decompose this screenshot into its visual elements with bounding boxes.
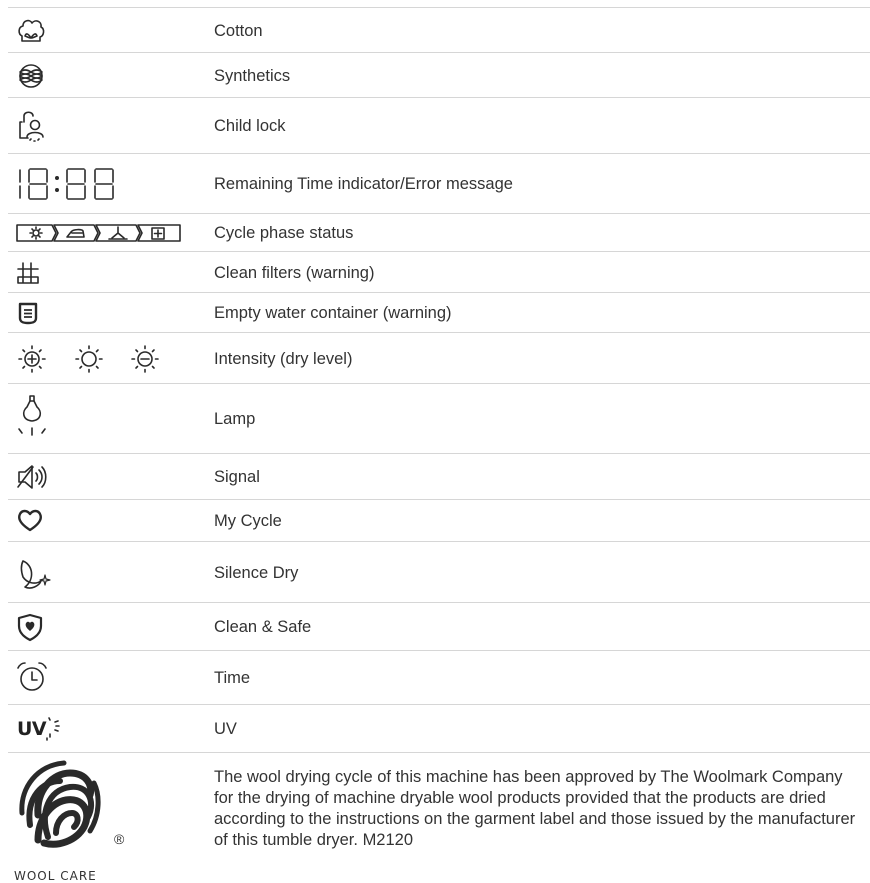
legend-label: Lamp: [214, 410, 256, 428]
legend-label: UV: [214, 720, 237, 738]
intensity-icons: [8, 333, 208, 384]
legend-row-cotton: Cotton: [8, 7, 870, 53]
shield-heart-icon: [8, 603, 208, 651]
synthetics-icon: [8, 53, 208, 98]
woolmark-description: The wool drying cycle of this machine ha…: [214, 768, 856, 849]
legend-row-clean-safe: Clean & Safe: [8, 602, 870, 651]
legend-row-my-cycle: My Cycle: [8, 499, 870, 542]
uv-icon: UV: [8, 705, 208, 753]
legend-row-signal: Signal: [8, 453, 870, 500]
legend-label: Clean & Safe: [214, 618, 312, 636]
water-container-icon: [8, 293, 208, 333]
legend-label: Intensity (dry level): [214, 349, 353, 368]
child-lock-icon: [8, 98, 208, 154]
registered-mark: ®: [114, 831, 125, 847]
legend-row-remaining-time: Remaining Time indicator/Error message: [8, 153, 870, 214]
legend-row-time: Time: [8, 650, 870, 705]
wool-ball-icon: [19, 760, 101, 848]
legend-row-intensity: Intensity (dry level): [8, 332, 870, 384]
legend-row-water-container: Empty water container (warning): [8, 292, 870, 333]
legend-label: My Cycle: [214, 512, 282, 530]
legend-label: Empty water container (warning): [214, 304, 452, 322]
lamp-icon: [8, 384, 208, 454]
legend-row-clean-filters: Clean filters (warning): [8, 251, 870, 293]
uv-icon-text: UV: [17, 718, 47, 740]
legend-row-woolmark: ® WOOL CARE The wool drying cycle of thi…: [8, 752, 870, 883]
moon-star-icon: [8, 542, 208, 603]
alarm-clock-icon: [8, 651, 208, 705]
cycle-phase-icons: [8, 214, 208, 252]
legend-label: Remaining Time indicator/Error message: [214, 175, 513, 193]
legend-row-lamp: Lamp: [8, 383, 870, 454]
legend-label: Cotton: [214, 21, 263, 40]
legend-label: Clean filters (warning): [214, 263, 375, 282]
legend-label: Synthetics: [214, 66, 291, 85]
speaker-signal-icon: [8, 454, 208, 500]
wool-care-logo-text: WOOL CARE: [14, 869, 97, 883]
legend-label: Child lock: [214, 117, 286, 135]
seven-segment-display-icon: [8, 154, 208, 214]
filter-grid-icon: [8, 252, 208, 293]
heart-icon: [8, 500, 208, 542]
legend-label: Cycle phase status: [214, 224, 354, 242]
legend-label: Time: [214, 669, 251, 687]
cotton-icon: [8, 8, 208, 53]
legend-row-silence-dry: Silence Dry: [8, 541, 870, 603]
legend-row-uv: UV UV: [8, 704, 870, 753]
woolmark-logo: ® WOOL CARE: [8, 753, 138, 883]
legend-row-synthetics: Synthetics: [8, 52, 870, 98]
legend-label: Signal: [214, 468, 260, 486]
legend-label: Silence Dry: [214, 563, 299, 582]
legend-row-child-lock: Child lock: [8, 97, 870, 154]
legend-row-cycle-phase: Cycle phase status: [8, 213, 870, 252]
